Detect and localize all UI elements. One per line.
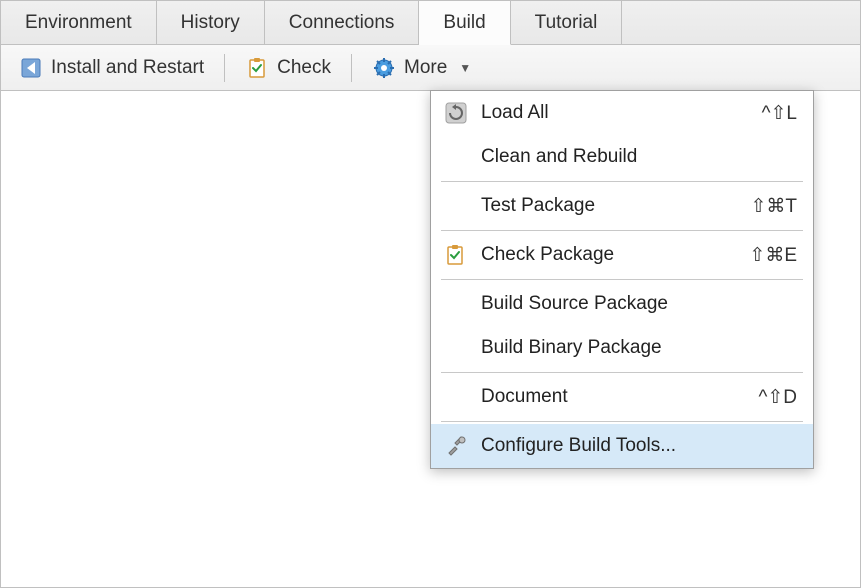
menu-separator	[441, 230, 803, 231]
toolbar: Install and Restart Check	[1, 45, 860, 91]
separator	[224, 54, 225, 82]
tab-label: Connections	[289, 12, 395, 34]
reload-icon	[445, 101, 473, 125]
menu-item-document[interactable]: Document ^⇧D	[431, 375, 813, 419]
menu-separator	[441, 181, 803, 182]
tab-tutorial[interactable]: Tutorial	[511, 1, 623, 44]
tab-label: Environment	[25, 12, 132, 34]
tab-environment[interactable]: Environment	[1, 1, 157, 44]
menu-item-build-binary[interactable]: Build Binary Package	[431, 326, 813, 370]
menu-label: Check Package	[481, 244, 733, 266]
clipboard-check-icon	[245, 56, 269, 80]
menu-shortcut: ^⇧D	[758, 386, 797, 409]
install-restart-button[interactable]: Install and Restart	[9, 52, 214, 84]
menu-item-check-package[interactable]: Check Package ⇧⌘E	[431, 233, 813, 277]
menu-shortcut: ^⇧L	[762, 102, 797, 125]
menu-item-test-package[interactable]: Test Package ⇧⌘T	[431, 184, 813, 228]
menu-shortcut: ⇧⌘T	[750, 195, 797, 218]
menu-item-clean-rebuild[interactable]: Clean and Rebuild	[431, 135, 813, 179]
tools-icon	[445, 434, 473, 458]
menu-separator	[441, 279, 803, 280]
menu-shortcut: ⇧⌘E	[749, 244, 797, 267]
more-button[interactable]: More ▼	[362, 52, 481, 84]
menu-label: Configure Build Tools...	[481, 435, 797, 457]
menu-separator	[441, 372, 803, 373]
install-restart-label: Install and Restart	[51, 57, 204, 79]
tab-label: Build	[443, 12, 485, 34]
more-dropdown-menu: Load All ^⇧L Clean and Rebuild Test Pack…	[430, 90, 814, 469]
menu-separator	[441, 421, 803, 422]
tab-build[interactable]: Build	[419, 1, 510, 45]
menu-item-load-all[interactable]: Load All ^⇧L	[431, 91, 813, 135]
tab-bar: Environment History Connections Build Tu…	[1, 1, 860, 45]
menu-item-build-source[interactable]: Build Source Package	[431, 282, 813, 326]
menu-label: Build Binary Package	[481, 337, 797, 359]
menu-label: Load All	[481, 102, 746, 124]
check-label: Check	[277, 57, 331, 79]
gear-icon	[372, 56, 396, 80]
install-icon	[19, 56, 43, 80]
menu-label: Clean and Rebuild	[481, 146, 797, 168]
chevron-down-icon: ▼	[459, 61, 471, 75]
tab-label: Tutorial	[535, 12, 598, 34]
tab-connections[interactable]: Connections	[265, 1, 420, 44]
blank-icon	[445, 145, 473, 169]
tab-history[interactable]: History	[157, 1, 265, 44]
blank-icon	[445, 292, 473, 316]
menu-item-configure-build-tools[interactable]: Configure Build Tools...	[431, 424, 813, 468]
blank-icon	[445, 194, 473, 218]
more-label: More	[404, 57, 447, 79]
clipboard-check-icon	[445, 243, 473, 267]
menu-label: Document	[481, 386, 742, 408]
check-button[interactable]: Check	[235, 52, 341, 84]
separator	[351, 54, 352, 82]
blank-icon	[445, 336, 473, 360]
tab-label: History	[181, 12, 240, 34]
menu-label: Build Source Package	[481, 293, 797, 315]
menu-label: Test Package	[481, 195, 734, 217]
blank-icon	[445, 385, 473, 409]
